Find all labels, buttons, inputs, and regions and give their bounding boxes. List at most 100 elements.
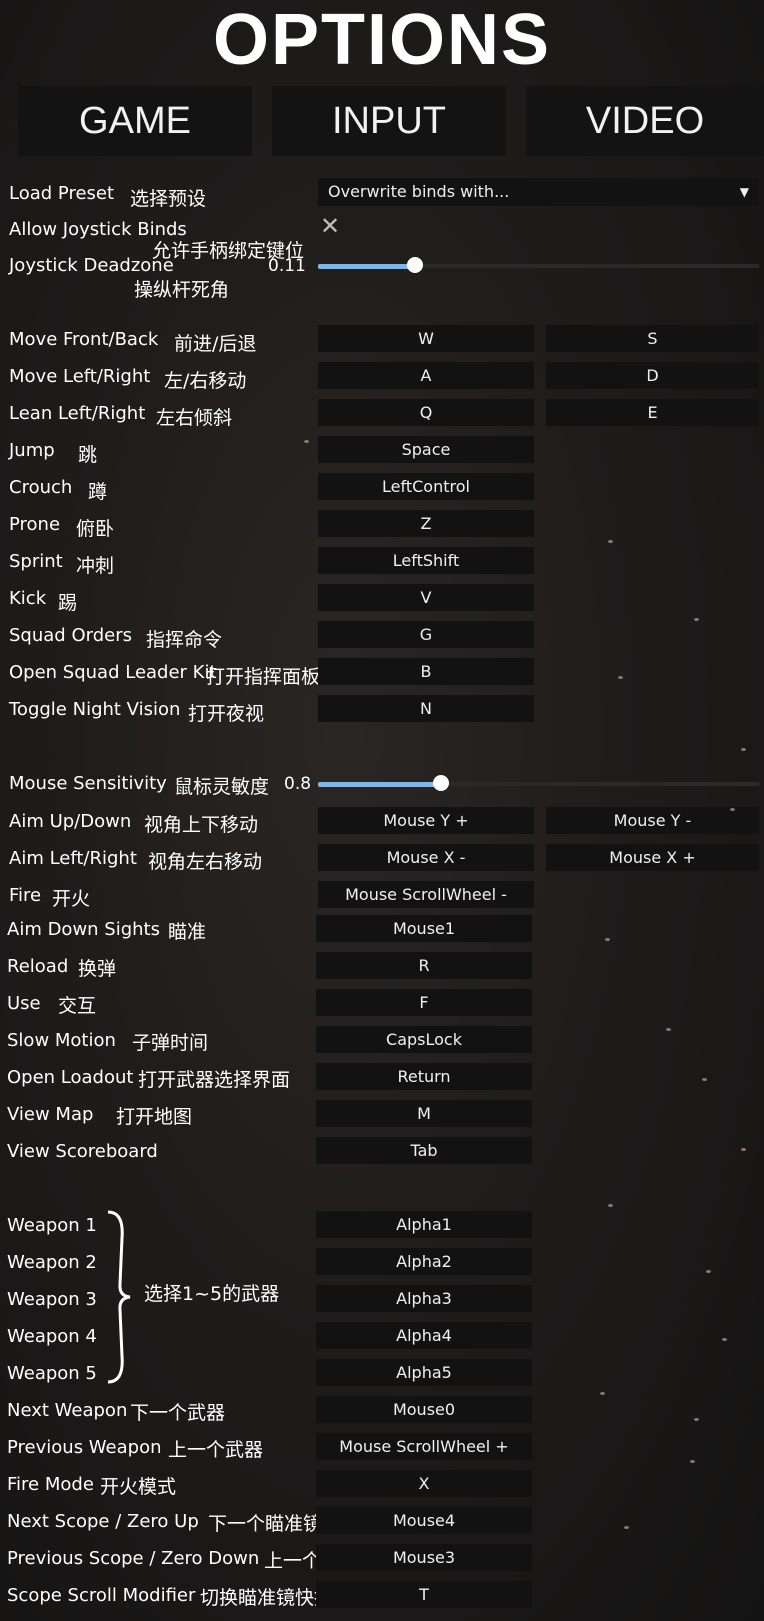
dust-particle xyxy=(741,748,746,751)
mouse-sensitivity-label: Mouse Sensitivity xyxy=(9,773,167,794)
deadzone-slider-fill xyxy=(318,264,415,269)
weapon-brace-icon xyxy=(107,1210,131,1384)
bind-label: Scope Scroll Modifier xyxy=(7,1585,196,1606)
tab-video[interactable]: VIDEO xyxy=(526,86,764,156)
chevron-down-icon: ▼ xyxy=(739,185,749,199)
primary-key-button[interactable]: Mouse ScrollWheel + xyxy=(316,1433,532,1460)
load-preset-label: Load Preset xyxy=(9,183,115,204)
primary-key-button[interactable]: Alpha1 xyxy=(316,1211,532,1238)
primary-key-button[interactable]: M xyxy=(316,1100,532,1127)
primary-key-button[interactable]: B xyxy=(318,658,534,685)
weapon-label: Weapon 5 xyxy=(7,1363,97,1384)
bind-label: Squad Orders xyxy=(9,625,132,646)
primary-key-button[interactable]: Alpha5 xyxy=(316,1359,532,1386)
secondary-key-button[interactable]: Mouse Y - xyxy=(546,807,759,834)
bind-label: Fire Mode xyxy=(7,1474,94,1495)
dust-particle xyxy=(608,1204,613,1207)
primary-key-button[interactable]: Mouse3 xyxy=(316,1544,532,1571)
bind-label: Fire xyxy=(9,885,42,906)
bind-cn-label: 打开夜视 xyxy=(188,703,265,725)
bind-cn-label: 开火模式 xyxy=(100,1476,177,1498)
primary-key-button[interactable]: G xyxy=(318,621,534,648)
bind-label: Aim Left/Right xyxy=(9,848,137,869)
bind-label: Reload xyxy=(7,956,69,977)
bind-cn-label: 跳 xyxy=(78,444,98,466)
deadzone-value: 0.11 xyxy=(268,256,306,276)
bind-cn-label: 指挥命令 xyxy=(146,629,223,651)
secondary-key-button[interactable]: Mouse X + xyxy=(546,844,759,871)
primary-key-button[interactable]: Mouse0 xyxy=(316,1396,532,1423)
primary-key-button[interactable]: Mouse X - xyxy=(318,844,534,871)
weapon-label: Weapon 2 xyxy=(7,1252,97,1273)
load-preset-cn: 选择预设 xyxy=(130,188,207,210)
dust-particle xyxy=(605,938,610,941)
primary-key-button[interactable]: Mouse ScrollWheel - xyxy=(318,881,534,908)
tab-input[interactable]: INPUT xyxy=(272,86,506,156)
primary-key-button[interactable]: W xyxy=(318,325,534,352)
dust-particle xyxy=(608,540,613,543)
primary-key-button[interactable]: X xyxy=(316,1470,532,1497)
bind-cn-label: 交互 xyxy=(58,995,97,1017)
bind-cn-label: 视角上下移动 xyxy=(144,814,259,836)
weapon-label: Weapon 3 xyxy=(7,1289,97,1310)
dust-particle xyxy=(600,1392,605,1395)
primary-key-button[interactable]: T xyxy=(316,1581,532,1608)
primary-key-button[interactable]: N xyxy=(318,695,534,722)
bind-label: Sprint xyxy=(9,551,63,572)
primary-key-button[interactable]: Mouse1 xyxy=(316,915,532,942)
bind-label: Crouch xyxy=(9,477,73,498)
bind-cn-label: 俯卧 xyxy=(76,518,115,540)
bind-label: Prone xyxy=(9,514,61,535)
bind-cn-label: 瞄准 xyxy=(168,921,207,943)
primary-key-button[interactable]: Alpha3 xyxy=(316,1285,532,1312)
deadzone-cn: 操纵杆死角 xyxy=(134,279,230,301)
joystick-binds-checkbox[interactable]: ✕ xyxy=(320,214,340,238)
primary-key-button[interactable]: Return xyxy=(316,1063,532,1090)
dust-particle xyxy=(304,440,309,443)
bind-cn-label: 下一个武器 xyxy=(130,1402,226,1424)
deadzone-label: Joystick Deadzone xyxy=(9,255,174,276)
bind-label: Previous Weapon xyxy=(7,1437,162,1458)
primary-key-button[interactable]: R xyxy=(316,952,532,979)
tab-game[interactable]: GAME xyxy=(18,86,252,156)
primary-key-button[interactable]: Z xyxy=(318,510,534,537)
primary-key-button[interactable]: Q xyxy=(318,399,534,426)
primary-key-button[interactable]: Alpha2 xyxy=(316,1248,532,1275)
secondary-key-button[interactable]: E xyxy=(546,399,759,426)
primary-key-button[interactable]: Tab xyxy=(316,1137,532,1164)
secondary-key-button[interactable]: S xyxy=(546,325,759,352)
preset-select[interactable]: Overwrite binds with... ▼ xyxy=(318,178,759,206)
secondary-key-button[interactable]: D xyxy=(546,362,759,389)
bind-cn-label: 视角左右移动 xyxy=(148,851,263,873)
bind-cn-label: 子弹时间 xyxy=(132,1032,209,1054)
primary-key-button[interactable]: A xyxy=(318,362,534,389)
primary-key-button[interactable]: F xyxy=(316,989,532,1016)
bind-label: Open Loadout xyxy=(7,1067,134,1088)
primary-key-button[interactable]: Mouse Y + xyxy=(318,807,534,834)
bind-label: Toggle Night Vision xyxy=(9,699,181,720)
dust-particle xyxy=(694,618,699,621)
bind-cn-label: 冲刺 xyxy=(76,555,115,577)
primary-key-button[interactable]: LeftControl xyxy=(318,473,534,500)
dust-particle xyxy=(706,1270,711,1273)
bind-label: Aim Up/Down xyxy=(9,811,132,832)
mouse-sensitivity-value: 0.8 xyxy=(284,774,312,794)
dust-particle xyxy=(694,1418,699,1421)
primary-key-button[interactable]: Space xyxy=(318,436,534,463)
primary-key-button[interactable]: Mouse4 xyxy=(316,1507,532,1534)
bind-cn-label: 打开指挥面板 xyxy=(206,666,321,688)
bind-cn-label: 上一个武器 xyxy=(168,1439,264,1461)
primary-key-button[interactable]: CapsLock xyxy=(316,1026,532,1053)
deadzone-slider-handle[interactable] xyxy=(407,257,423,273)
bind-cn-label: 开火 xyxy=(52,888,91,910)
primary-key-button[interactable]: V xyxy=(318,584,534,611)
weapon-label: Weapon 4 xyxy=(7,1326,97,1347)
mouse-sensitivity-handle[interactable] xyxy=(433,775,449,791)
dust-particle xyxy=(666,1028,671,1031)
primary-key-button[interactable]: Alpha4 xyxy=(316,1322,532,1349)
bind-cn-label: 下一个瞄准镜 xyxy=(208,1513,323,1535)
mouse-sensitivity-cn: 鼠标灵敏度 xyxy=(174,776,270,798)
primary-key-button[interactable]: LeftShift xyxy=(318,547,534,574)
bind-cn-label: 踢 xyxy=(58,592,78,614)
preset-select-value: Overwrite binds with... xyxy=(328,182,510,201)
